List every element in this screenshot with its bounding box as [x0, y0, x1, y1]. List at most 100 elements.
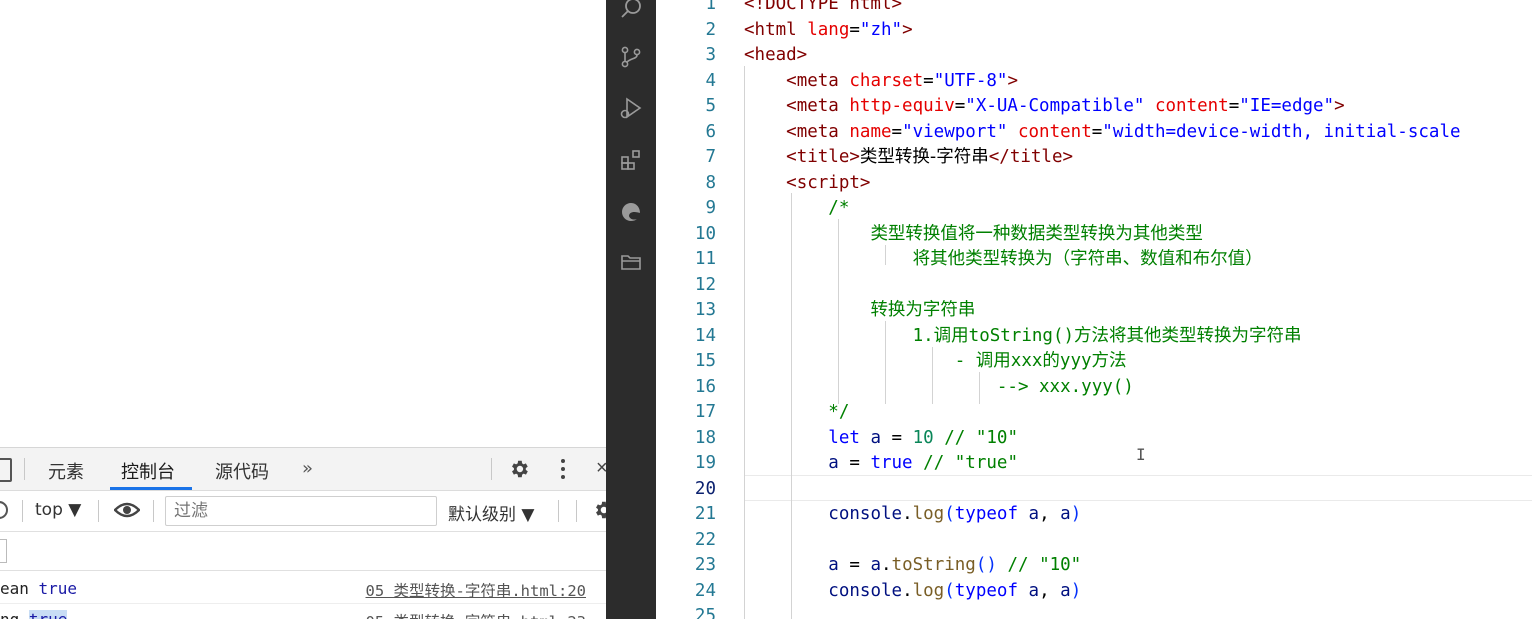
extensions-icon[interactable]: [619, 148, 643, 172]
code-line[interactable]: - 调用xxx的yyy方法: [744, 349, 1127, 375]
code-token: =: [891, 121, 903, 142]
code-token: <html: [744, 19, 808, 40]
line-number: 20: [694, 478, 716, 499]
code-token: a: [1028, 504, 1040, 524]
code-token: 类型转换-字符串: [859, 147, 989, 167]
line-number: 6: [705, 121, 716, 142]
close-devtools-icon[interactable]: ×: [596, 457, 606, 480]
console-log-text: ean true: [0, 579, 78, 598]
text-cursor-icon: I: [1136, 445, 1146, 464]
code-token: log: [912, 504, 945, 524]
filter-field[interactable]: [165, 496, 437, 526]
divider: [576, 500, 577, 522]
code-token: */: [828, 402, 850, 422]
code-token: 1.: [912, 325, 934, 346]
code-line[interactable]: console.log(typeof a, a): [744, 502, 1081, 528]
code-line[interactable]: <meta name="viewport" content="width=dev…: [744, 120, 1460, 146]
code-token: -: [954, 351, 976, 371]
code-token: =: [923, 70, 934, 91]
code-token: content: [1154, 96, 1229, 116]
code-token: >: [1007, 70, 1018, 91]
code-token: <meta: [786, 70, 850, 91]
code-token: console: [828, 504, 903, 524]
code-token: .: [881, 555, 892, 575]
line-number: 7: [705, 147, 716, 167]
code-token: "viewport": [902, 121, 1008, 142]
code-token: typeof: [954, 504, 1029, 524]
line-number: 18: [694, 427, 716, 448]
code-line[interactable]: --> xxx.yyy(): [744, 375, 1134, 401]
code-token: ,: [1039, 504, 1061, 524]
code-token: (: [944, 580, 955, 601]
code-line[interactable]: <meta charset="UTF-8">: [744, 69, 1018, 95]
code-line[interactable]: let a = 10 // "10": [744, 426, 1018, 452]
code-line[interactable]: 类型转换值将一种数据类型转换为其他类型: [744, 222, 1203, 248]
code-line[interactable]: 将其他类型转换为（字符串、数值和布尔值）: [744, 247, 1263, 273]
search-icon[interactable]: [619, 0, 643, 20]
code-line[interactable]: <head>: [744, 43, 807, 69]
code-token: a: [828, 453, 839, 473]
more-options-icon[interactable]: [561, 459, 567, 481]
code-line[interactable]: <html lang="zh">: [744, 18, 913, 44]
devtools-tab-bar: 元素 控制台 源代码 » ×: [0, 448, 606, 491]
code-token: =: [838, 453, 871, 473]
sidebar-toggle-icon[interactable]: [0, 539, 7, 563]
settings-gear-icon[interactable]: [508, 458, 530, 480]
code-editor[interactable]: 1 <!DOCTYPE html> 2 <html lang="zh"> 3 <head>…: [656, 0, 1532, 619]
console-source-link[interactable]: 05 类型转换-字符串.html:23: [366, 610, 586, 619]
device-toggle-icon[interactable]: [0, 458, 12, 482]
clear-console-icon[interactable]: [0, 501, 8, 519]
code-line[interactable]: 转换为字符串: [744, 298, 975, 324]
tab-elements[interactable]: 元素: [48, 458, 84, 484]
log-level-selector[interactable]: 默认级别 ▼: [448, 500, 534, 525]
code-line[interactable]: <script>: [744, 171, 870, 197]
code-token: ): [1070, 580, 1082, 601]
code-token: <meta: [786, 96, 850, 116]
code-token: toString: [891, 555, 976, 575]
line-number: 21: [694, 504, 716, 524]
code-line[interactable]: <title>类型转换-字符串</title>: [744, 145, 1073, 171]
console-sidebar-row: [0, 532, 606, 571]
code-line[interactable]: a = true // "true": [744, 451, 1018, 477]
current-line-highlight: [744, 475, 1532, 501]
code-line[interactable]: */: [744, 400, 849, 426]
code-token: xxx: [1010, 351, 1043, 371]
line-number: 15: [694, 351, 716, 371]
context-selector[interactable]: top ▼: [35, 500, 81, 520]
code-token: a: [1028, 580, 1040, 601]
edge-browser-icon[interactable]: [619, 200, 643, 224]
code-line[interactable]: a = a.toString() // "10": [744, 553, 1081, 579]
source-control-icon[interactable]: [619, 45, 643, 69]
tab-console[interactable]: 控制台: [121, 458, 175, 484]
code-line[interactable]: <!DOCTYPE html>: [744, 0, 902, 18]
code-token: =: [849, 19, 860, 40]
activity-bar: [606, 0, 656, 619]
console-settings-icon[interactable]: [592, 499, 606, 521]
code-line[interactable]: <meta http-equiv="X-UA-Compatible" conte…: [744, 94, 1345, 120]
filter-input[interactable]: [172, 497, 426, 525]
more-tabs-button[interactable]: »: [302, 458, 313, 479]
code-token: >: [902, 19, 913, 40]
run-debug-icon[interactable]: [619, 96, 643, 120]
folder-icon[interactable]: [619, 250, 643, 274]
code-line[interactable]: 1.调用toString()方法将其他类型转换为字符串: [744, 324, 1302, 350]
code-line[interactable]: /*: [744, 196, 849, 222]
line-number: 25: [694, 606, 716, 619]
line-number: 8: [705, 172, 716, 193]
tab-sources[interactable]: 源代码: [215, 458, 269, 484]
console-source-link[interactable]: 05 类型转换-字符串.html:20: [366, 579, 586, 601]
live-expression-eye-icon[interactable]: [113, 500, 141, 520]
code-token: "IE=edge": [1239, 96, 1335, 116]
code-token: a: [870, 427, 881, 448]
code-token: a: [1060, 580, 1071, 601]
code-token: // "10": [944, 427, 1018, 448]
browser-viewport: 元素 控制台 源代码 » × top ▼ 过滤 默认级别 ▼ ean true …: [0, 0, 606, 619]
code-token: >: [1334, 96, 1345, 116]
code-line[interactable]: console.log(typeof a, a): [744, 579, 1081, 605]
code-token: .: [902, 580, 913, 601]
